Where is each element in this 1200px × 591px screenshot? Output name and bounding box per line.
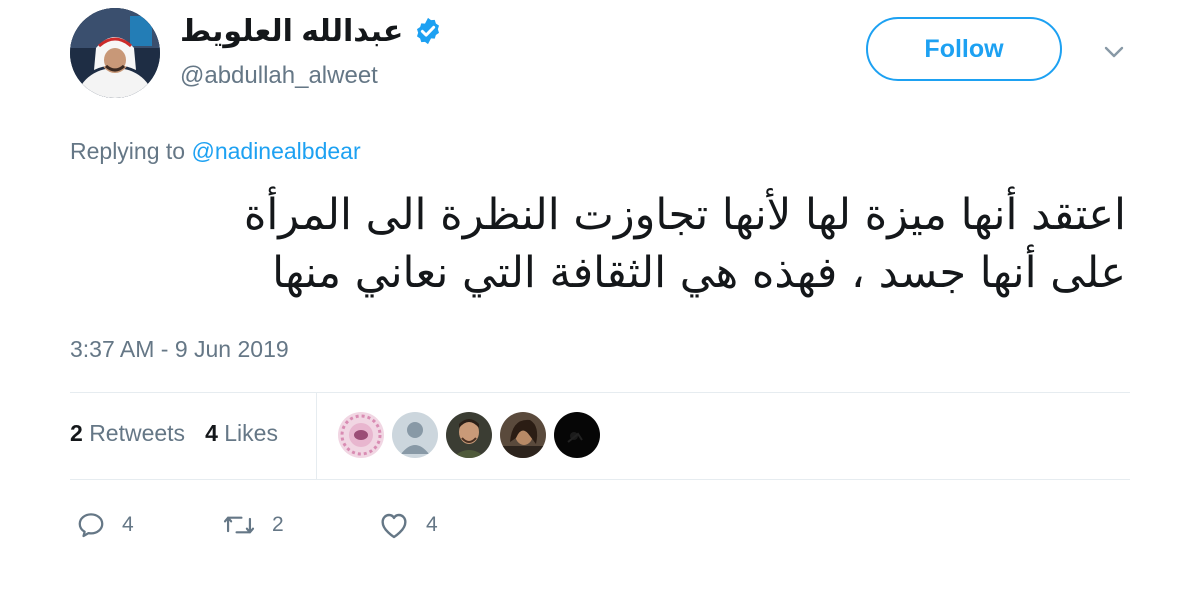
tweet-text-line: على أنها جسد ، فهذه هي الثقافة التي نعان… [272, 248, 1126, 298]
author-display-name[interactable]: عبدالله العلويط [180, 14, 403, 49]
like-icon [381, 513, 407, 539]
retweets-count: 2 [70, 420, 83, 446]
reply-icon [78, 513, 104, 538]
liker-avatar[interactable] [392, 412, 438, 458]
likes-label: Likes [224, 420, 278, 446]
likes-count: 4 [205, 420, 218, 446]
retweet-count: 2 [272, 513, 284, 536]
liker-avatar-image [446, 412, 492, 458]
replying-to: Replying to @nadinealbdear [70, 138, 361, 165]
likes-stat[interactable]: 4 Likes [205, 420, 278, 447]
liker-avatar[interactable] [446, 412, 492, 458]
replying-to-label: Replying to [70, 138, 192, 164]
reply-action[interactable]: 4 [76, 505, 134, 545]
liker-avatars [338, 412, 600, 460]
author-handle[interactable]: @abdullah_alweet [180, 62, 378, 90]
author-avatar-image [70, 8, 160, 98]
tweet-timestamp[interactable]: 3:37 AM - 9 Jun 2019 [70, 336, 289, 363]
divider [70, 392, 1130, 393]
liker-avatar[interactable] [554, 412, 600, 458]
retweets-label: Retweets [89, 420, 186, 446]
tweet-stats: 2 Retweets 4 Likes [70, 420, 278, 447]
verified-badge-icon [417, 17, 440, 45]
retweet-action[interactable]: 2 [222, 505, 284, 545]
retweets-stat[interactable]: 2 Retweets [70, 420, 185, 447]
stats-separator [316, 393, 317, 479]
follow-button[interactable]: Follow [866, 17, 1062, 81]
chevron-down-icon[interactable] [1102, 40, 1126, 64]
liker-avatar-image [338, 412, 384, 458]
like-action[interactable]: 4 [378, 505, 438, 545]
default-avatar-icon [392, 412, 438, 458]
author-avatar[interactable] [70, 8, 160, 98]
liker-avatar-image [500, 412, 546, 458]
liker-avatar-image [554, 412, 600, 458]
tweet-text: اعتقد أنها ميزة لها لأنها تجاوزت النظرة … [70, 186, 1126, 302]
reply-mention-link[interactable]: @nadinealbdear [191, 138, 360, 164]
author-name-row[interactable]: عبدالله العلويط [180, 10, 440, 52]
retweet-icon [223, 516, 255, 534]
liker-avatar[interactable] [338, 412, 384, 458]
divider [70, 479, 1130, 480]
liker-avatar[interactable] [500, 412, 546, 458]
like-count: 4 [426, 513, 438, 536]
reply-count: 4 [122, 513, 134, 536]
tweet-text-line: اعتقد أنها ميزة لها لأنها تجاوزت النظرة … [243, 190, 1126, 240]
